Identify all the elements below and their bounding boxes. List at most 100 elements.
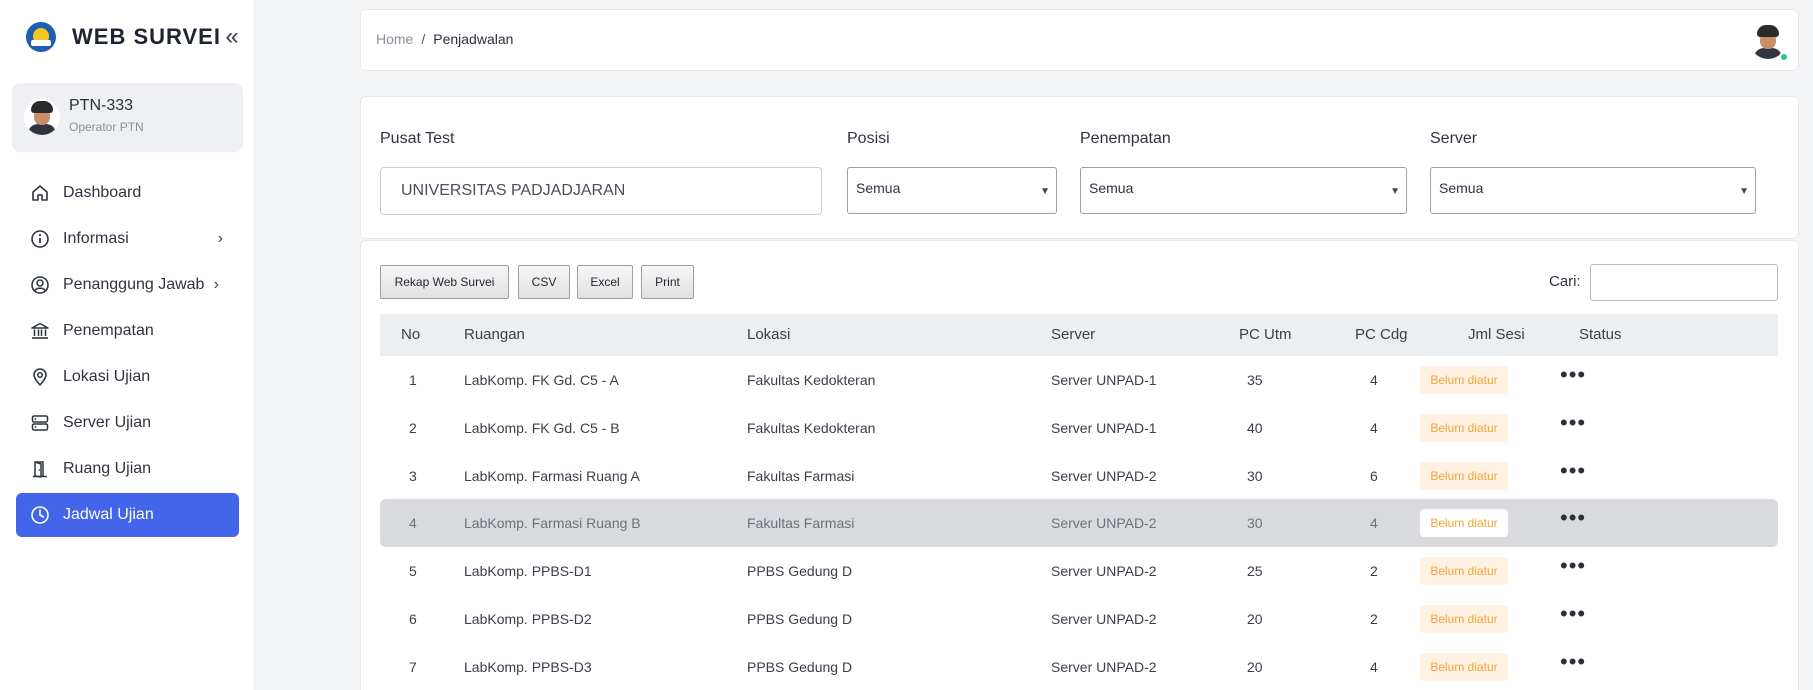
more-horizontal-icon[interactable]: ••• — [1560, 603, 1586, 631]
excel-button[interactable]: Excel — [577, 265, 633, 299]
table-header: No Ruangan Lokasi Server PC Utm PC Cdg J… — [380, 314, 1778, 356]
cell-pc-cdg: 2 — [1370, 611, 1378, 627]
breadcrumb-home[interactable]: Home — [376, 31, 413, 47]
cell-pc-cdg: 6 — [1370, 468, 1378, 484]
status-badge: Belum diatur — [1420, 653, 1508, 681]
cell-no: 2 — [409, 420, 417, 436]
cell-server: Server UNPAD-2 — [1051, 515, 1157, 531]
column-header[interactable]: PC Cdg — [1355, 326, 1408, 343]
cell-lokasi: Fakultas Kedokteran — [747, 372, 876, 388]
sidebar-item-ruang-ujian[interactable]: Ruang Ujian — [16, 447, 239, 491]
table-row[interactable]: 5 LabKomp. PPBS-D1 PPBS Gedung D Server … — [380, 547, 1778, 595]
sidebar-item-label: Server Ujian — [63, 414, 152, 431]
sidebar-item-label: Informasi — [63, 230, 129, 247]
clock-icon — [30, 505, 50, 525]
brand[interactable]: WEB SURVEI « — [26, 20, 251, 54]
caret-down-icon: ▼ — [1040, 186, 1050, 197]
cell-lokasi: Fakultas Kedokteran — [747, 420, 876, 436]
map-pin-icon — [30, 367, 50, 387]
cell-no: 7 — [409, 659, 417, 675]
logo — [26, 22, 56, 52]
user-card[interactable]: PTN-333 Operator PTN — [12, 83, 243, 152]
table-row-highlighted[interactable]: 4 LabKomp. Farmasi Ruang B Fakultas Farm… — [380, 499, 1778, 547]
penempatan-select[interactable]: Semua ▼ — [1080, 167, 1407, 214]
table-row[interactable]: 6 LabKomp. PPBS-D2 PPBS Gedung D Server … — [380, 595, 1778, 643]
column-header[interactable]: Status — [1579, 326, 1622, 343]
sidebar-item-jadwal-ujian[interactable]: Jadwal Ujian — [16, 493, 239, 537]
cell-server: Server UNPAD-1 — [1051, 420, 1157, 436]
rekap-web-survei-button[interactable]: Rekap Web Survei — [380, 265, 509, 299]
column-header[interactable]: Ruangan — [464, 326, 525, 343]
sidebar: WEB SURVEI « PTN-333 Operator PTN Dashbo… — [0, 0, 255, 690]
more-horizontal-icon[interactable]: ••• — [1560, 364, 1586, 392]
cell-pc-utm: 20 — [1247, 611, 1263, 627]
sidebar-item-label: Jadwal Ujian — [63, 506, 154, 523]
avatar — [24, 99, 60, 135]
column-header[interactable]: PC Utm — [1239, 326, 1292, 343]
cell-pc-utm: 30 — [1247, 468, 1263, 484]
cell-pc-cdg: 4 — [1370, 420, 1378, 436]
sidebar-item-lokasi-ujian[interactable]: Lokasi Ujian — [16, 355, 239, 399]
print-button[interactable]: Print — [641, 265, 694, 299]
cell-ruangan: LabKomp. Farmasi Ruang B — [464, 515, 641, 531]
cell-pc-cdg: 4 — [1370, 515, 1378, 531]
cell-ruangan: LabKomp. FK Gd. C5 - B — [464, 420, 620, 436]
cell-lokasi: PPBS Gedung D — [747, 659, 853, 675]
server-icon — [30, 413, 50, 433]
chevron-right-icon: › — [217, 230, 223, 247]
column-header[interactable]: Server — [1051, 326, 1095, 343]
cell-pc-cdg: 4 — [1370, 659, 1378, 675]
more-horizontal-icon[interactable]: ••• — [1560, 651, 1586, 679]
more-horizontal-icon[interactable]: ••• — [1560, 412, 1586, 440]
chevron-right-icon: › — [213, 276, 219, 293]
server-select[interactable]: Semua ▼ — [1430, 167, 1756, 214]
cell-pc-utm: 25 — [1247, 563, 1263, 579]
table-row[interactable]: 1 LabKomp. FK Gd. C5 - A Fakultas Kedokt… — [380, 356, 1778, 404]
breadcrumb-current: Penjadwalan — [433, 31, 514, 47]
posisi-select[interactable]: Semua ▼ — [847, 167, 1057, 214]
cell-ruangan: LabKomp. PPBS-D2 — [464, 611, 592, 627]
cell-pc-utm: 20 — [1247, 659, 1263, 675]
cell-pc-utm: 30 — [1247, 515, 1263, 531]
sidebar-item-server-ujian[interactable]: Server Ujian — [16, 401, 239, 445]
column-header[interactable]: No — [401, 326, 420, 343]
table-row[interactable]: 2 LabKomp. FK Gd. C5 - B Fakultas Kedokt… — [380, 404, 1778, 452]
penempatan-label: Penempatan — [1080, 130, 1171, 147]
table-row[interactable]: 7 LabKomp. PPBS-D3 PPBS Gedung D Server … — [380, 643, 1778, 690]
search-input[interactable] — [1590, 264, 1778, 301]
cell-ruangan: LabKomp. PPBS-D1 — [464, 563, 592, 579]
sidebar-item-informasi[interactable]: Informasi › — [16, 217, 239, 261]
column-header[interactable]: Lokasi — [747, 326, 790, 343]
caret-down-icon: ▼ — [1390, 186, 1400, 197]
csv-button[interactable]: CSV — [518, 265, 570, 299]
cell-lokasi: Fakultas Farmasi — [747, 515, 855, 531]
cell-pc-cdg: 2 — [1370, 563, 1378, 579]
double-chevron-left-icon[interactable]: « — [221, 24, 243, 50]
online-status-dot — [1779, 52, 1789, 62]
cell-ruangan: LabKomp. Farmasi Ruang A — [464, 468, 640, 484]
sidebar-item-dashboard[interactable]: Dashboard — [16, 171, 239, 215]
cell-pc-cdg: 4 — [1370, 372, 1378, 388]
column-header[interactable]: Jml Sesi — [1468, 326, 1525, 343]
posisi-value: Semua — [856, 180, 901, 196]
status-badge: Belum diatur — [1420, 605, 1508, 633]
table-row[interactable]: 3 LabKomp. Farmasi Ruang A Fakultas Farm… — [380, 452, 1778, 500]
more-horizontal-icon[interactable]: ••• — [1560, 460, 1586, 488]
breadcrumb-separator: / — [421, 31, 426, 47]
sidebar-item-penanggung-jawab[interactable]: Penanggung Jawab › — [16, 263, 239, 307]
user-role: Operator PTN — [69, 120, 144, 134]
cell-no: 6 — [409, 611, 417, 627]
search-label: Cari: — [1549, 273, 1581, 290]
cell-pc-utm: 35 — [1247, 372, 1263, 388]
caret-down-icon: ▼ — [1739, 186, 1749, 197]
pusat-test-field[interactable]: UNIVERSITAS PADJADJARAN — [380, 167, 822, 215]
posisi-label: Posisi — [847, 130, 890, 147]
more-horizontal-icon[interactable]: ••• — [1560, 507, 1586, 535]
cell-no: 4 — [409, 515, 417, 531]
cell-server: Server UNPAD-1 — [1051, 372, 1157, 388]
sidebar-item-penempatan[interactable]: Penempatan — [16, 309, 239, 353]
status-badge: Belum diatur — [1420, 366, 1508, 394]
sidebar-item-label: Dashboard — [63, 184, 142, 201]
sidebar-item-label: Penanggung Jawab — [63, 276, 205, 293]
more-horizontal-icon[interactable]: ••• — [1560, 555, 1586, 583]
